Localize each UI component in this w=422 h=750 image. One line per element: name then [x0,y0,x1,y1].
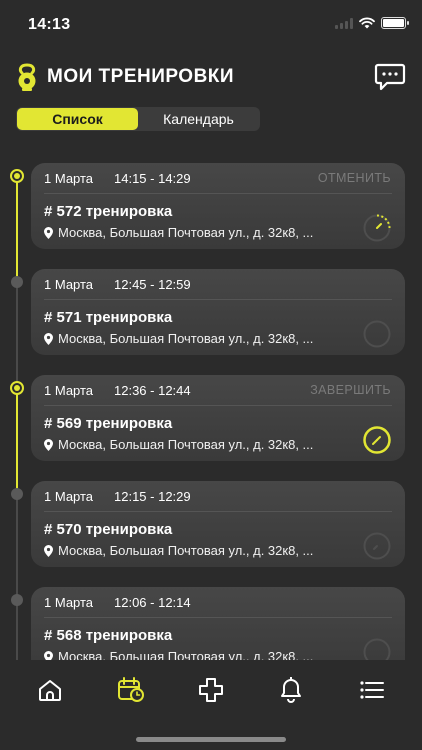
workout-title: # 572 тренировка [44,203,173,220]
header: МОИ ТРЕНИРОВКИ [16,60,406,94]
inactive-circle-icon [363,320,391,348]
timeline-segment [16,282,18,388]
address-text: Москва, Большая Почтовая ул., д. 32к8, .… [58,225,314,240]
workout-list[interactable]: 1 Марта 14:15 - 14:29 ОТМЕНИТЬ # 572 тре… [0,160,422,660]
finish-button[interactable]: ЗАВЕРШИТЬ [310,383,391,397]
kettlebell-icon [18,63,36,91]
address-text: Москва, Большая Почтовая ул., д. 32к8, .… [58,437,314,452]
workout-time: 12:06 - 12:14 [114,594,191,610]
address-text: Москва, Большая Почтовая ул., д. 32к8, .… [58,331,314,346]
workout-address: Москва, Большая Почтовая ул., д. 32к8, .… [44,331,313,346]
workout-title: # 571 тренировка [44,309,173,326]
workout-title: # 569 тренировка [44,415,173,432]
tab-home[interactable] [36,676,64,704]
inactive-circle-icon [363,638,391,660]
tab-add[interactable] [197,676,225,704]
bell-icon [281,677,302,703]
workout-card[interactable]: 1 Марта 14:15 - 14:29 ОТМЕНИТЬ # 572 тре… [31,163,405,249]
workout-address: Москва, Большая Почтовая ул., д. 32к8, .… [44,225,313,240]
cancel-button[interactable]: ОТМЕНИТЬ [318,171,391,185]
workout-title: # 568 тренировка [44,627,173,644]
workout-date: 1 Марта [44,594,94,610]
status-icons [335,17,409,29]
divider [44,405,392,406]
location-pin-icon [44,438,53,451]
progress-spinner-icon [363,214,391,242]
home-icon [39,680,62,701]
status-bar: 14:13 [0,0,422,50]
location-pin-icon [44,650,53,660]
status-time: 14:13 [28,16,71,33]
tab-bar [0,670,422,710]
calendar-icon [117,677,144,702]
page-title: МОИ ТРЕНИРОВКИ [47,66,235,87]
timeline-dot-active [10,169,24,183]
view-switcher: Список Календарь [16,107,260,131]
menu-icon [360,681,384,699]
timer-active-icon[interactable] [362,425,392,455]
workout-date: 1 Марта [44,276,94,292]
workout-title: # 570 тренировка [44,521,173,538]
location-pin-icon [44,332,53,345]
location-pin-icon [44,544,53,557]
workout-date: 1 Марта [44,170,94,186]
timeline-dot [11,276,23,288]
plus-icon [198,678,223,702]
divider [44,299,392,300]
workout-card[interactable]: 1 Марта 12:15 - 12:29 # 570 тренировка М… [31,481,405,567]
workout-date: 1 Марта [44,488,94,504]
divider [44,193,392,194]
tab-menu[interactable] [358,676,386,704]
wifi-icon [359,17,375,29]
workout-time: 12:45 - 12:59 [114,276,191,292]
signal-icon [335,17,353,29]
workout-card[interactable]: 1 Марта 12:06 - 12:14 # 568 тренировка М… [31,587,405,660]
battery-icon [381,17,409,29]
workout-date: 1 Марта [44,382,94,398]
timeline-segment [16,494,18,660]
tab-list[interactable]: Список [17,108,138,130]
tab-notifications[interactable] [277,676,305,704]
divider [44,511,392,512]
timeline-segment [16,388,18,494]
timeline-dot [11,594,23,606]
tab-calendar-nav[interactable] [117,676,145,704]
workout-time: 14:15 - 14:29 [114,170,191,186]
tab-calendar[interactable]: Календарь [138,108,259,130]
inactive-circle-icon [363,532,391,560]
chat-button[interactable] [374,62,406,92]
timeline-segment [16,176,18,282]
home-indicator [136,737,286,742]
workout-address: Москва, Большая Почтовая ул., д. 32к8, .… [44,437,313,452]
workout-address: Москва, Большая Почтовая ул., д. 32к8, .… [44,543,313,558]
location-pin-icon [44,226,53,239]
workout-card[interactable]: 1 Марта 12:45 - 12:59 # 571 тренировка М… [31,269,405,355]
timeline-dot [11,488,23,500]
address-text: Москва, Большая Почтовая ул., д. 32к8, .… [58,649,314,660]
workout-time: 12:36 - 12:44 [114,382,191,398]
address-text: Москва, Большая Почтовая ул., д. 32к8, .… [58,543,314,558]
workout-card[interactable]: 1 Марта 12:36 - 12:44 ЗАВЕРШИТЬ # 569 тр… [31,375,405,461]
workout-time: 12:15 - 12:29 [114,488,191,504]
workout-address: Москва, Большая Почтовая ул., д. 32к8, .… [44,649,313,660]
divider [44,617,392,618]
timeline-dot-active [10,381,24,395]
